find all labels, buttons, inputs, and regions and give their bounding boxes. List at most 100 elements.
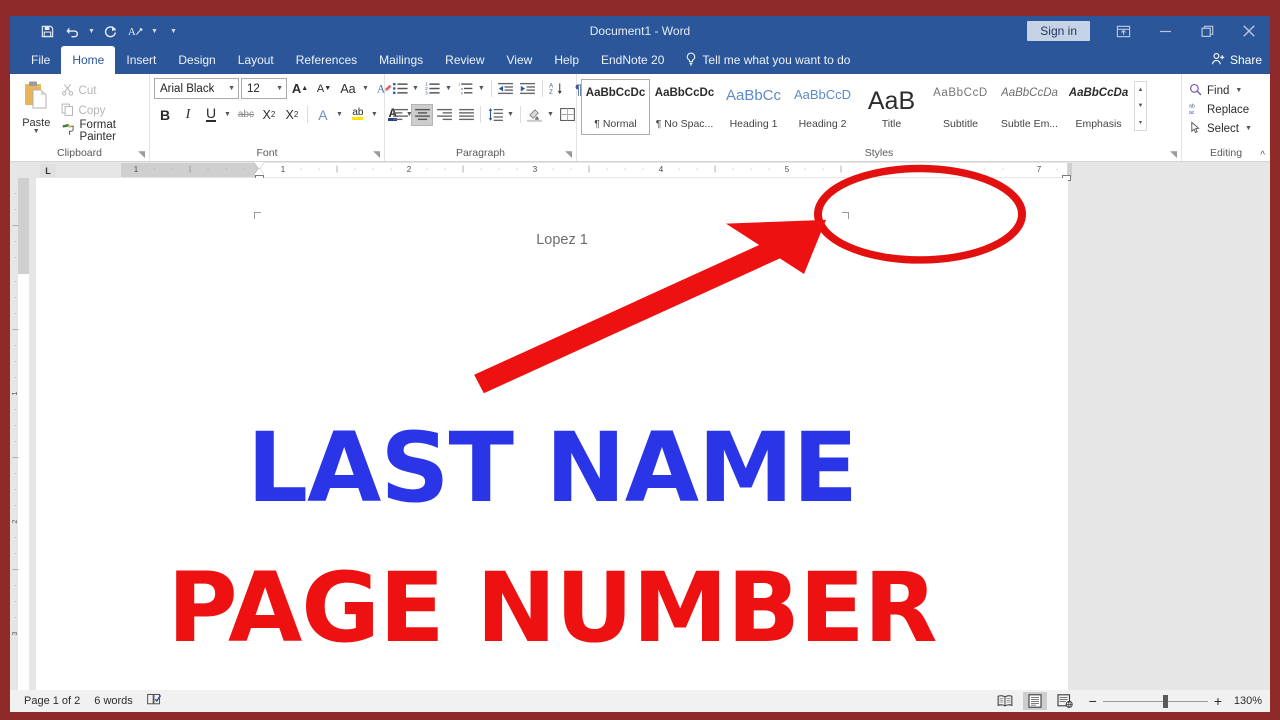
vertical-ruler[interactable]: · · — · · · · · — · · · 1 · · · — · · · … bbox=[10, 162, 36, 690]
find-button[interactable]: Find ▼ bbox=[1186, 81, 1245, 100]
line-spacing-icon[interactable] bbox=[484, 104, 506, 126]
line-spacing-caret-icon[interactable]: ▼ bbox=[506, 110, 517, 120]
grow-font-icon[interactable]: A ▲ bbox=[289, 78, 311, 100]
font-size-caret-icon[interactable]: ▼ bbox=[272, 85, 283, 92]
tab-help[interactable]: Help bbox=[543, 46, 590, 74]
text-effects-caret-icon[interactable]: ▼ bbox=[335, 110, 346, 120]
decrease-indent-icon[interactable] bbox=[495, 78, 517, 100]
paragraph-dialog-launcher[interactable]: ◥ bbox=[565, 149, 572, 160]
styles-dialog-launcher[interactable]: ◥ bbox=[1170, 149, 1177, 160]
tab-layout[interactable]: Layout bbox=[227, 46, 285, 74]
ribbon-display-options-icon[interactable] bbox=[1102, 16, 1144, 46]
zoom-track[interactable] bbox=[1102, 694, 1208, 708]
collapse-ribbon-icon[interactable]: ^ bbox=[1260, 150, 1265, 161]
style-normal[interactable]: AaBbCcDc ¶ Normal bbox=[581, 79, 650, 135]
font-name-combo[interactable]: Arial Black ▼ bbox=[154, 78, 239, 99]
style-subtle-emphasis[interactable]: AaBbCcDa Subtle Em... bbox=[995, 79, 1064, 135]
clipboard-dialog-launcher[interactable]: ◥ bbox=[138, 149, 145, 160]
print-layout-icon[interactable] bbox=[1022, 692, 1047, 710]
style-no-spacing[interactable]: AaBbCcDc ¶ No Spac... bbox=[650, 79, 719, 135]
page-indicator[interactable]: Page 1 of 2 bbox=[24, 695, 80, 707]
multilevel-list-icon[interactable]: 1ab bbox=[455, 78, 477, 100]
italic-icon[interactable]: I bbox=[177, 104, 199, 126]
numbering-icon[interactable]: 123 bbox=[422, 78, 444, 100]
font-dialog-launcher[interactable]: ◥ bbox=[373, 149, 380, 160]
superscript-icon[interactable]: X2 bbox=[281, 104, 303, 126]
borders-icon[interactable] bbox=[557, 104, 579, 126]
style-heading-2[interactable]: AaBbCcD Heading 2 bbox=[788, 79, 857, 135]
underline-icon[interactable]: U bbox=[200, 104, 222, 126]
zoom-out-button[interactable]: − bbox=[1089, 693, 1097, 709]
shading-caret-icon[interactable]: ▼ bbox=[546, 110, 557, 120]
sign-in-button[interactable]: Sign in bbox=[1027, 21, 1090, 41]
highlight-caret-icon[interactable]: ▼ bbox=[370, 110, 381, 120]
change-case-icon[interactable]: Aa bbox=[337, 78, 359, 100]
tab-endnote[interactable]: EndNote 20 bbox=[590, 46, 675, 74]
tab-stop-selector[interactable]: L bbox=[40, 164, 56, 177]
shrink-font-icon[interactable]: A ▼ bbox=[313, 78, 335, 100]
tab-file[interactable]: File bbox=[20, 46, 62, 74]
paste-dropdown-icon[interactable]: ▼ bbox=[33, 128, 40, 135]
text-effects-icon[interactable]: A bbox=[312, 104, 334, 126]
change-case-caret-icon[interactable]: ▼ bbox=[361, 84, 372, 94]
find-caret-icon[interactable]: ▼ bbox=[1234, 86, 1245, 96]
align-right-icon[interactable] bbox=[433, 104, 455, 126]
styles-more-icon[interactable]: ▾ bbox=[1135, 114, 1146, 130]
style-subtitle[interactable]: AaBbCcD Subtitle bbox=[926, 79, 995, 135]
restore-icon[interactable] bbox=[1186, 16, 1228, 46]
tab-review[interactable]: Review bbox=[434, 46, 495, 74]
style-heading-1[interactable]: AaBbCc Heading 1 bbox=[719, 79, 788, 135]
proofing-errors-icon[interactable] bbox=[146, 693, 162, 709]
select-caret-icon[interactable]: ▼ bbox=[1244, 124, 1255, 134]
read-aloud-dropdown-icon[interactable]: ▼ bbox=[149, 20, 160, 42]
style-emphasis[interactable]: AaBbCcDa Emphasis bbox=[1064, 79, 1133, 135]
tab-home[interactable]: Home bbox=[61, 46, 116, 74]
zoom-thumb[interactable] bbox=[1162, 694, 1168, 708]
tab-insert[interactable]: Insert bbox=[115, 46, 167, 74]
sort-icon[interactable]: AZ bbox=[546, 78, 568, 100]
bold-icon[interactable]: B bbox=[154, 104, 176, 126]
redo-icon[interactable] bbox=[99, 20, 122, 42]
strikethrough-icon[interactable]: abc bbox=[235, 104, 257, 126]
web-layout-icon[interactable] bbox=[1053, 692, 1077, 710]
justify-icon[interactable] bbox=[455, 104, 477, 126]
style-title[interactable]: AaB Title bbox=[857, 79, 926, 135]
word-count[interactable]: 6 words bbox=[94, 695, 133, 707]
zoom-level[interactable]: 130% bbox=[1228, 695, 1262, 707]
shading-icon[interactable] bbox=[524, 104, 546, 126]
zoom-in-button[interactable]: + bbox=[1214, 693, 1222, 709]
increase-indent-icon[interactable] bbox=[517, 78, 539, 100]
minimize-icon[interactable] bbox=[1144, 16, 1186, 46]
subscript-icon[interactable]: X2 bbox=[258, 104, 280, 126]
paste-button[interactable]: Paste ▼ bbox=[14, 77, 59, 135]
replace-button[interactable]: ab ac Replace bbox=[1186, 100, 1249, 119]
font-name-caret-icon[interactable]: ▼ bbox=[224, 85, 235, 92]
align-center-icon[interactable] bbox=[411, 103, 433, 126]
tab-references[interactable]: References bbox=[285, 46, 368, 74]
read-mode-icon[interactable] bbox=[993, 692, 1017, 710]
customize-qat-icon[interactable]: ▼ bbox=[168, 20, 179, 42]
hanging-indent-marker[interactable] bbox=[254, 168, 264, 175]
font-size-combo[interactable]: 12 ▼ bbox=[241, 78, 287, 99]
zoom-slider[interactable]: − + bbox=[1083, 693, 1222, 709]
copy-button[interactable]: Copy bbox=[59, 101, 145, 121]
tab-view[interactable]: View bbox=[496, 46, 544, 74]
numbering-caret-icon[interactable]: ▼ bbox=[444, 84, 455, 94]
read-aloud-icon[interactable]: A bbox=[124, 20, 147, 42]
underline-caret-icon[interactable]: ▼ bbox=[223, 110, 234, 120]
align-left-icon[interactable] bbox=[389, 104, 411, 126]
tab-design[interactable]: Design bbox=[167, 46, 226, 74]
multilevel-caret-icon[interactable]: ▼ bbox=[477, 84, 488, 94]
share-button[interactable]: Share bbox=[1211, 46, 1262, 74]
bullets-icon[interactable] bbox=[389, 78, 411, 100]
styles-scroll-up-icon[interactable]: ▲ bbox=[1135, 82, 1146, 98]
horizontal-ruler[interactable]: L 1 · · | · · · 1 · · | · · · 2 · · | · · · 3 bbox=[36, 162, 1270, 181]
styles-scroll-down-icon[interactable]: ▼ bbox=[1135, 98, 1146, 114]
bullets-caret-icon[interactable]: ▼ bbox=[411, 84, 422, 94]
cut-button[interactable]: Cut bbox=[59, 81, 145, 101]
format-painter-button[interactable]: Format Painter bbox=[59, 119, 145, 143]
save-icon[interactable] bbox=[36, 20, 59, 42]
tab-mailings[interactable]: Mailings bbox=[368, 46, 434, 74]
undo-dropdown-icon[interactable]: ▼ bbox=[86, 20, 97, 42]
select-button[interactable]: Select ▼ bbox=[1186, 119, 1255, 138]
